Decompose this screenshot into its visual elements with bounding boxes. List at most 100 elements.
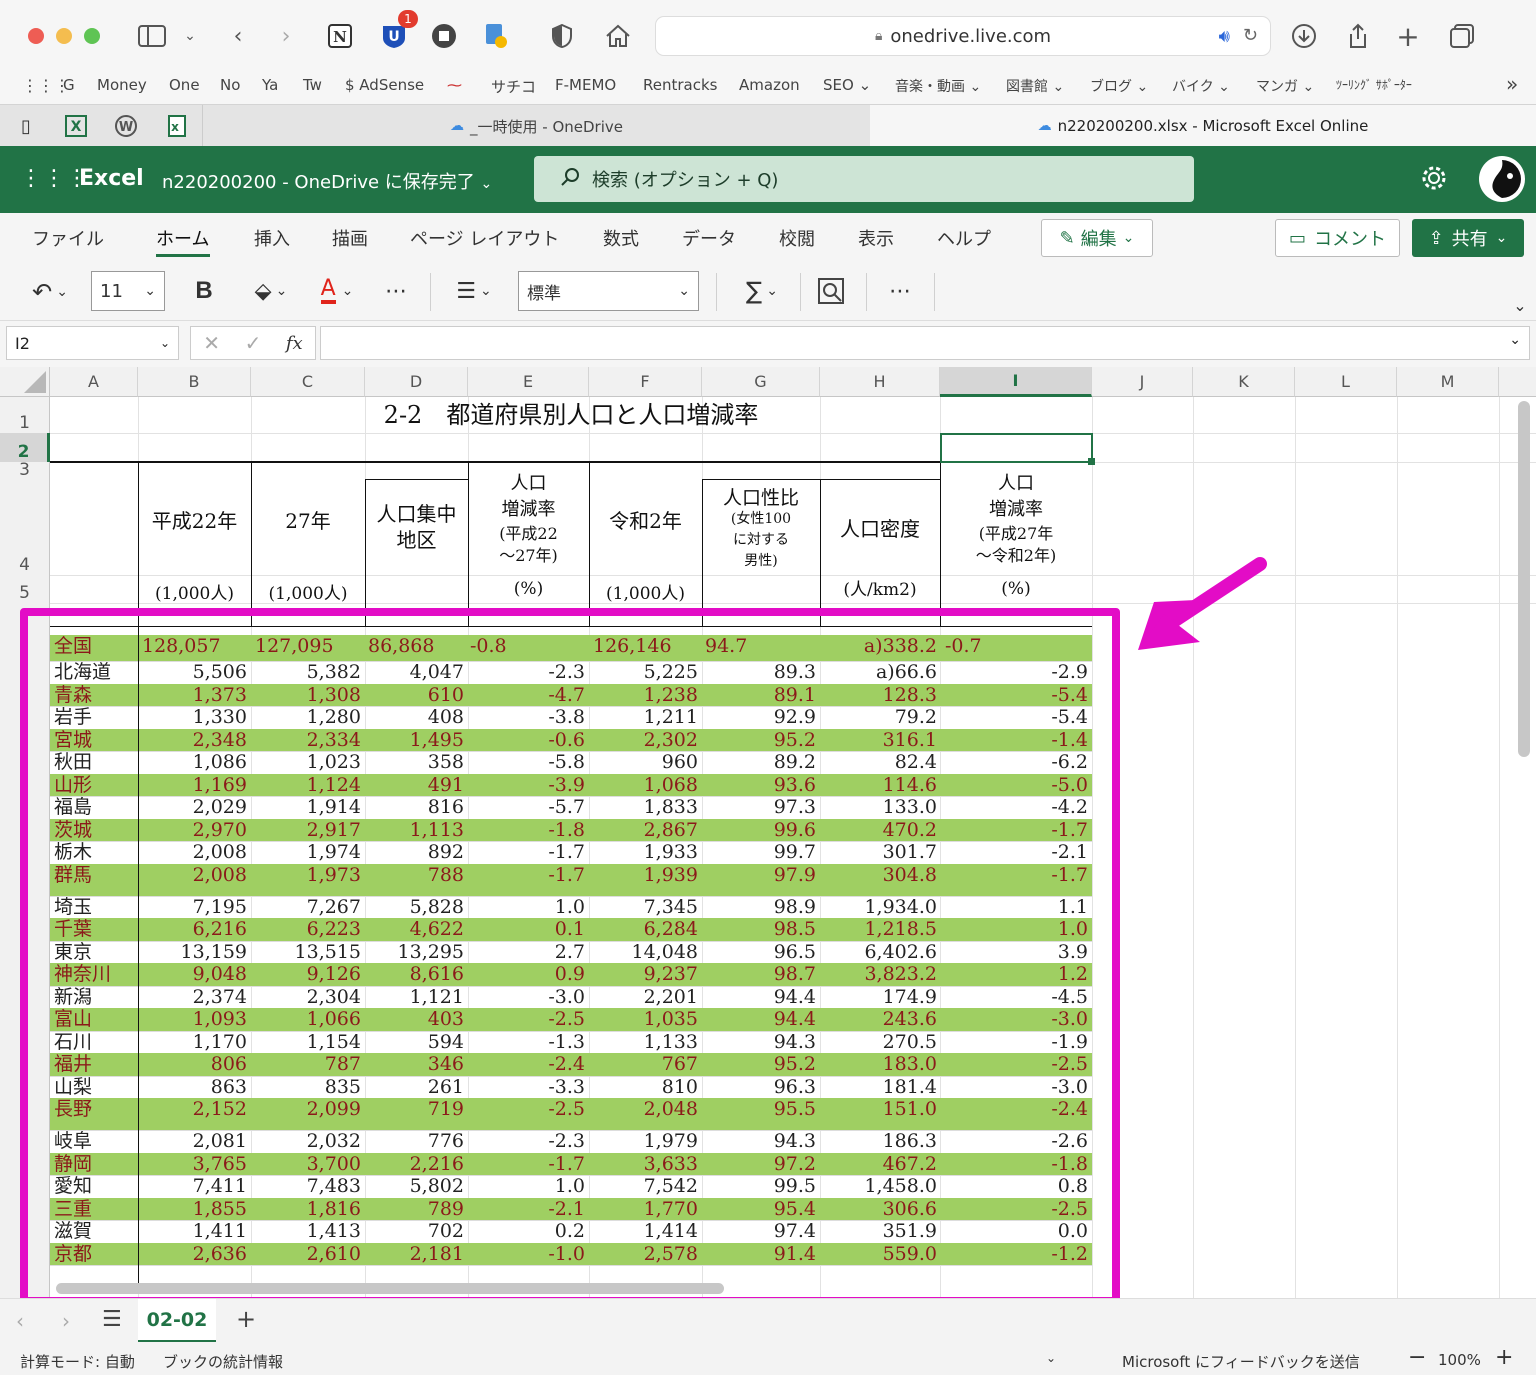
- tab-excel-online[interactable]: ☁ n220200200.xlsx - Microsoft Excel Onli…: [870, 105, 1536, 147]
- share-icon[interactable]: [1342, 20, 1374, 52]
- document-title[interactable]: n220200200 - OneDrive に保存完了 ⌄: [162, 168, 492, 194]
- font-size-select[interactable]: 11 ⌄: [91, 271, 165, 311]
- search-placeholder: 検索 (オプション + Q): [592, 170, 779, 191]
- next-sheet-icon[interactable]: ›: [62, 1309, 70, 1333]
- number-format-select[interactable]: 標準 ⌄: [518, 271, 699, 311]
- search-box[interactable]: 検索 (オプション + Q): [534, 156, 1194, 202]
- home-icon[interactable]: [602, 20, 634, 52]
- cancel-icon[interactable]: ✕: [203, 331, 220, 355]
- chevron-down-icon[interactable]: ⌄: [174, 20, 206, 52]
- tab-overview-icon[interactable]: [1446, 20, 1478, 52]
- minimize-window-button[interactable]: [56, 28, 72, 44]
- download-icon[interactable]: [1288, 20, 1320, 52]
- add-sheet-icon[interactable]: +: [236, 1305, 256, 1333]
- chevron-down-icon[interactable]: ⌄: [1508, 293, 1532, 317]
- bookmark-item[interactable]: Tw: [303, 76, 322, 94]
- zoom-level[interactable]: 100%: [1438, 1351, 1481, 1369]
- all-sheets-icon[interactable]: ☰: [102, 1307, 122, 1332]
- more-options-icon[interactable]: ⋯: [378, 273, 414, 309]
- bookmark-item[interactable]: ﾂｰﾘﾝｸﾞ ｻﾎﾟｰﾀｰ: [1336, 76, 1412, 93]
- vertical-scrollbar[interactable]: [1518, 401, 1530, 757]
- bookmark-item[interactable]: One: [169, 76, 200, 94]
- align-icon[interactable]: ☰ ⌄: [448, 273, 500, 309]
- bookmark-folder[interactable]: 音楽・動画 ⌄: [895, 76, 981, 96]
- fill-color-icon[interactable]: ⬙ ⌄: [244, 273, 298, 309]
- svg-text:U: U: [388, 29, 399, 45]
- wordpress-icon[interactable]: W: [108, 111, 144, 141]
- tab-data[interactable]: データ: [682, 225, 736, 251]
- feedback-link[interactable]: Microsoft にフィードバックを送信: [1122, 1351, 1360, 1372]
- edit-mode-button[interactable]: ✎ 編集 ⌄: [1041, 219, 1153, 257]
- back-icon[interactable]: ‹: [222, 20, 254, 52]
- puzzle-icon[interactable]: [428, 20, 460, 52]
- shield-icon[interactable]: [546, 20, 578, 52]
- search-icon: [560, 167, 580, 192]
- sidebar-icon[interactable]: [136, 20, 168, 52]
- new-tab-icon[interactable]: +: [1392, 20, 1424, 53]
- font-color-icon[interactable]: A ⌄: [312, 273, 362, 309]
- excel-file-icon[interactable]: x: [158, 111, 194, 141]
- zoom-window-button[interactable]: [84, 28, 100, 44]
- file-download-icon[interactable]: [480, 20, 512, 52]
- forward-icon[interactable]: ›: [270, 20, 302, 52]
- chevron-down-icon[interactable]: ⌄: [1509, 332, 1521, 348]
- tab-formulas[interactable]: 数式: [603, 225, 639, 251]
- bookmark-item[interactable]: No: [220, 76, 240, 94]
- tab-file[interactable]: ファイル: [32, 225, 104, 251]
- more-bookmarks-icon[interactable]: »: [1506, 72, 1518, 96]
- bookmark-item[interactable]: サチコ: [491, 76, 536, 97]
- tab-view[interactable]: 表示: [858, 225, 894, 251]
- reload-icon[interactable]: ↻: [1243, 25, 1258, 46]
- gear-icon[interactable]: [1420, 164, 1448, 196]
- close-window-button[interactable]: [28, 28, 44, 44]
- bookmark-item[interactable]: $ AdSense: [345, 76, 424, 94]
- zoom-out-icon[interactable]: −: [1408, 1345, 1426, 1370]
- bookmark-folder[interactable]: マンガ ⌄: [1256, 76, 1314, 96]
- tab-insert[interactable]: 挿入: [254, 225, 290, 251]
- chevron-down-icon: ⌄: [159, 336, 170, 350]
- sheet-tab-active[interactable]: 02-02: [138, 1299, 216, 1343]
- phone-icon[interactable]: ▯: [8, 111, 44, 141]
- calc-mode[interactable]: 計算モード: 自動: [20, 1351, 135, 1372]
- avatar[interactable]: [1479, 156, 1525, 202]
- bookmark-item[interactable]: Amazon: [739, 76, 800, 94]
- bookmark-item[interactable]: G: [63, 76, 75, 94]
- confirm-icon[interactable]: ✓: [245, 331, 262, 355]
- bookmark-folder[interactable]: バイク ⌄: [1172, 76, 1230, 96]
- notion-icon[interactable]: N: [324, 20, 356, 52]
- bookmark-item[interactable]: Rentracks: [643, 76, 717, 94]
- bookmark-folder[interactable]: ブログ ⌄: [1090, 76, 1148, 96]
- excel-pinned-icon[interactable]: X: [58, 111, 94, 141]
- tab-draw[interactable]: 描画: [332, 225, 368, 251]
- prev-sheet-icon[interactable]: ‹: [16, 1309, 24, 1333]
- speaker-icon[interactable]: 🔊︎: [1219, 26, 1230, 47]
- browser-toolbar: ⌄ ‹ › N U 1 🔒︎ onedrive.live.com 🔊︎ ↻ +: [0, 0, 1536, 68]
- bookmark-item[interactable]: F-MEMO: [555, 76, 616, 94]
- bookmark-folder[interactable]: SEO ⌄: [823, 76, 871, 94]
- bookmark-folder[interactable]: 図書館 ⌄: [1006, 76, 1064, 96]
- formula-bar: I2 ⌄ ✕ ✓ fx ⌄: [0, 321, 1536, 367]
- share-button[interactable]: ⇪ 共有 ⌄: [1412, 219, 1524, 257]
- sheet-tab-bar: ‹ › ☰ 02-02 +: [0, 1298, 1536, 1343]
- chevron-down-icon[interactable]: ⌄: [1046, 1351, 1056, 1365]
- tab-help[interactable]: ヘルプ: [937, 225, 991, 251]
- tab-onedrive[interactable]: ☁ _一時使用 - OneDrive: [203, 105, 870, 147]
- tab-review[interactable]: 校閲: [779, 225, 815, 251]
- tab-page-layout[interactable]: ページ レイアウト: [410, 225, 559, 251]
- formula-input[interactable]: ⌄: [320, 326, 1530, 360]
- zoom-in-icon[interactable]: +: [1495, 1345, 1513, 1370]
- bookmark-item[interactable]: Money: [97, 76, 147, 94]
- workbook-stats[interactable]: ブックの統計情報: [163, 1351, 283, 1372]
- bookmark-item[interactable]: Ya: [262, 76, 278, 94]
- undo-icon[interactable]: ↶ ⌄: [22, 275, 78, 309]
- tab-home[interactable]: ホーム: [156, 225, 209, 251]
- more-options-icon[interactable]: ⋯: [882, 273, 918, 309]
- autosum-icon[interactable]: ∑ ⌄: [736, 273, 788, 309]
- bold-button[interactable]: B: [188, 273, 220, 309]
- bird-icon[interactable]: ⁓: [447, 76, 462, 94]
- analyze-data-icon[interactable]: [814, 273, 848, 309]
- fx-icon[interactable]: fx: [286, 333, 303, 354]
- comment-button[interactable]: ▭ コメント: [1275, 219, 1400, 257]
- name-box[interactable]: I2 ⌄: [6, 326, 179, 360]
- address-bar[interactable]: 🔒︎ onedrive.live.com 🔊︎ ↻: [655, 16, 1271, 56]
